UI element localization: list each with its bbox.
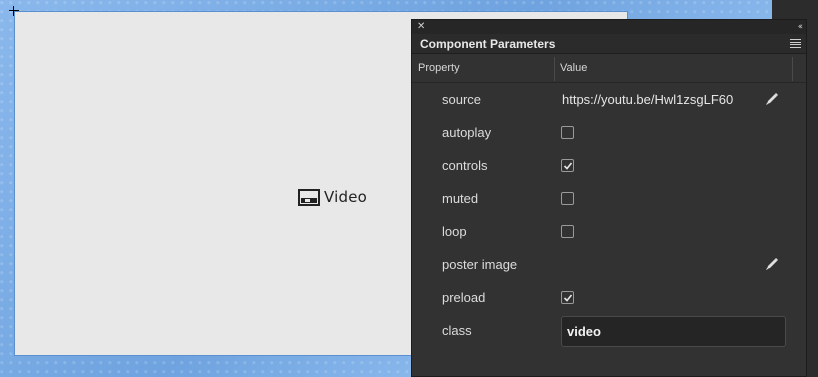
preload-checkbox[interactable] <box>561 291 574 304</box>
panel-tab[interactable]: Component Parameters <box>412 34 806 54</box>
collapse-panel-icon[interactable]: ‹‹ <box>798 21 803 33</box>
parameters-grid-header: Property Value <box>412 54 806 83</box>
param-label: class <box>442 323 472 338</box>
video-component-placeholder[interactable]: Video <box>298 188 367 206</box>
loop-checkbox[interactable] <box>561 225 574 238</box>
checkmark-icon <box>563 162 573 170</box>
param-row-autoplay: autoplay <box>412 116 806 149</box>
param-row-source: source https://youtu.be/Hwl1zsgLF60 <box>412 83 806 116</box>
pencil-icon[interactable] <box>764 256 780 272</box>
param-label: controls <box>442 158 488 173</box>
panel-title: Component Parameters <box>420 37 556 51</box>
param-label: preload <box>442 290 486 305</box>
param-label: poster image <box>442 257 518 272</box>
close-icon[interactable]: ✕ <box>417 21 425 33</box>
video-placeholder-label: Video <box>324 188 368 206</box>
component-parameters-panel: ✕ ‹‹ Component Parameters Property Value… <box>411 19 807 377</box>
column-divider <box>792 57 793 81</box>
muted-checkbox[interactable] <box>561 192 574 205</box>
column-divider[interactable] <box>554 57 555 81</box>
class-input[interactable] <box>561 316 786 347</box>
param-row-muted: muted <box>412 182 806 215</box>
checkmark-icon <box>563 294 573 302</box>
param-row-poster-image: poster image <box>412 248 806 281</box>
param-row-preload: preload <box>412 281 806 314</box>
panel-menu-icon[interactable] <box>790 39 801 48</box>
pencil-icon[interactable] <box>764 91 780 107</box>
param-label: muted <box>442 191 479 206</box>
column-header-value: Value <box>560 62 588 74</box>
param-label: loop <box>442 224 467 239</box>
controls-checkbox[interactable] <box>561 159 574 172</box>
panel-title-bar: ✕ ‹‹ <box>412 20 806 34</box>
param-row-controls: controls <box>412 149 806 182</box>
param-row-loop: loop <box>412 215 806 248</box>
column-header-property: Property <box>418 62 460 74</box>
param-label: autoplay <box>442 125 492 140</box>
registration-crosshair-icon <box>9 6 19 16</box>
video-component-icon <box>298 188 320 206</box>
source-value[interactable]: https://youtu.be/Hwl1zsgLF60 <box>562 92 733 107</box>
param-label: source <box>442 92 482 107</box>
param-row-class: class <box>412 314 806 347</box>
autoplay-checkbox[interactable] <box>561 126 574 139</box>
